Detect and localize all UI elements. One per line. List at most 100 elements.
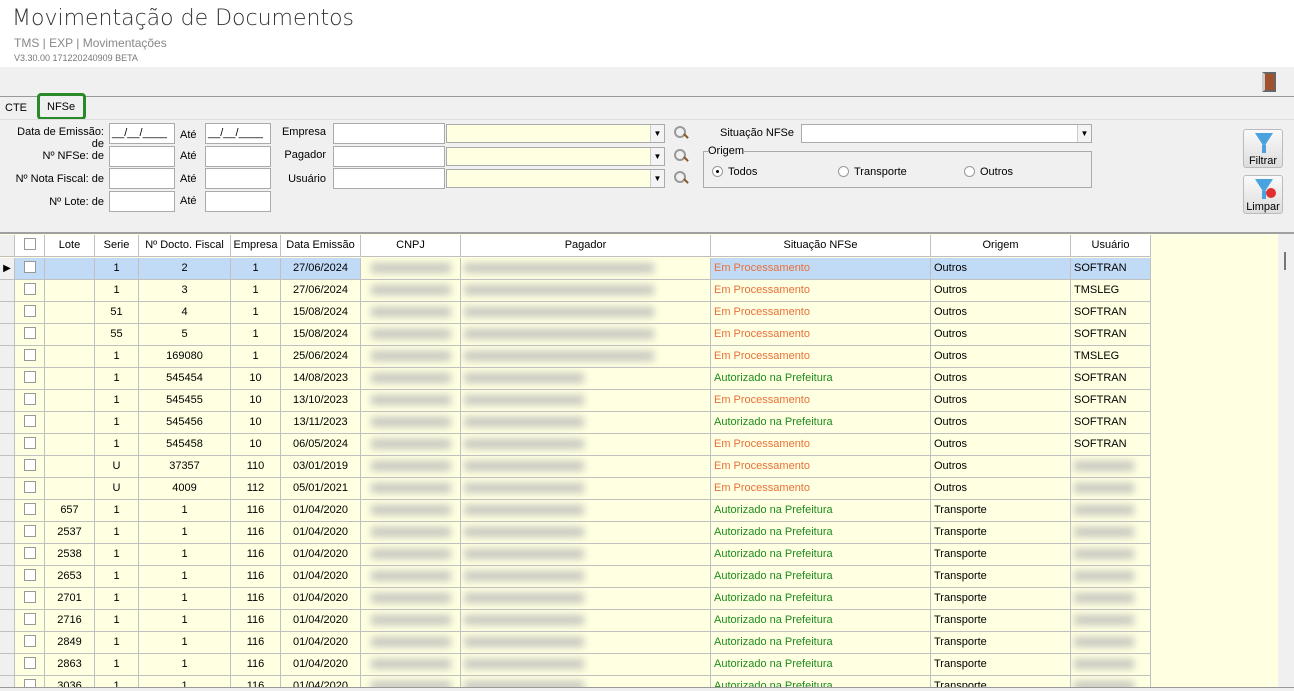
data-emissao-ate-input[interactable]: __/__/____	[205, 123, 271, 144]
usuario-select[interactable]: ▼	[446, 169, 665, 188]
checkbox[interactable]	[23, 481, 36, 493]
checkbox[interactable]	[23, 371, 36, 383]
checkbox[interactable]	[23, 503, 36, 515]
checkbox[interactable]	[23, 238, 36, 250]
scrollbar-thumb[interactable]	[1284, 252, 1286, 270]
empresa-code-input[interactable]	[333, 123, 445, 144]
column-header-cnpj[interactable]: CNPJ	[361, 235, 461, 257]
checkbox[interactable]	[23, 327, 36, 339]
lote-de-input[interactable]	[109, 191, 175, 212]
row-checkbox-cell[interactable]	[15, 478, 45, 500]
radio-outros[interactable]: Outros	[964, 166, 1013, 178]
situacao-select[interactable]: ▼	[801, 124, 1092, 143]
search-icon[interactable]	[673, 148, 689, 164]
table-row[interactable]: 657 1 1 116 01/04/2020 Autorizado na Prefeitu…	[0, 500, 1151, 522]
column-header-pagador[interactable]: Pagador	[461, 235, 711, 257]
checkbox[interactable]	[23, 569, 36, 581]
row-checkbox-cell[interactable]	[15, 280, 45, 302]
vertical-scrollbar[interactable]	[1278, 234, 1294, 691]
row-checkbox-cell[interactable]	[15, 632, 45, 654]
row-checkbox-cell[interactable]	[15, 390, 45, 412]
table-row[interactable]: 2653 1 1 116 01/04/2020 Autorizado na Prefeit…	[0, 566, 1151, 588]
row-checkbox-cell[interactable]	[15, 522, 45, 544]
header-select-all[interactable]	[15, 235, 45, 257]
table-row[interactable]: 51 4 1 15/08/2024 Em Processamento Outros SOFT…	[0, 302, 1151, 324]
column-header-lote[interactable]: Lote	[45, 235, 95, 257]
row-checkbox-cell[interactable]	[15, 456, 45, 478]
column-header-empresa[interactable]: Empresa	[231, 235, 281, 257]
nota-fiscal-ate-input[interactable]	[205, 168, 271, 189]
chevron-down-icon[interactable]: ▼	[650, 125, 664, 142]
table-row[interactable]: ▶ 1 2 1 27/06/2024 Em Processamento Outros SOFT…	[0, 258, 1151, 280]
table-row[interactable]: 2538 1 1 116 01/04/2020 Autorizado na Prefeit…	[0, 544, 1151, 566]
chevron-down-icon[interactable]: ▼	[1077, 125, 1091, 142]
column-header-data[interactable]: Data Emissão	[281, 235, 361, 257]
checkbox[interactable]	[23, 437, 36, 449]
table-row[interactable]: 2716 1 1 116 01/04/2020 Autorizado na Prefeit…	[0, 610, 1151, 632]
table-row[interactable]: 2701 1 1 116 01/04/2020 Autorizado na Prefeit…	[0, 588, 1151, 610]
row-checkbox-cell[interactable]	[15, 324, 45, 346]
exit-door-icon[interactable]	[1262, 72, 1276, 92]
table-row[interactable]: 2537 1 1 116 01/04/2020 Autorizado na Prefeit…	[0, 522, 1151, 544]
table-row[interactable]: 2863 1 1 116 01/04/2020 Autorizado na Prefeit…	[0, 654, 1151, 676]
nfse-ate-input[interactable]	[205, 146, 271, 167]
checkbox[interactable]	[23, 305, 36, 317]
radio-transporte[interactable]: Transporte	[838, 166, 907, 178]
row-checkbox-cell[interactable]	[15, 434, 45, 456]
row-checkbox-cell[interactable]	[15, 654, 45, 676]
tab-cte[interactable]: CTE	[5, 102, 27, 114]
nfse-de-input[interactable]	[109, 146, 175, 167]
table-row[interactable]: U 4009 112 05/01/2021 Em Processamento Outros	[0, 478, 1151, 500]
checkbox[interactable]	[23, 393, 36, 405]
row-checkbox-cell[interactable]	[15, 368, 45, 390]
row-checkbox-cell[interactable]	[15, 346, 45, 368]
column-header-doc[interactable]: Nº Docto. Fiscal	[139, 235, 231, 257]
table-row[interactable]: 1 545455 10 13/10/2023 Em Processamento Outro…	[0, 390, 1151, 412]
checkbox[interactable]	[23, 591, 36, 603]
pagador-code-input[interactable]	[333, 146, 445, 167]
checkbox[interactable]	[23, 613, 36, 625]
chevron-down-icon[interactable]: ▼	[650, 170, 664, 187]
search-icon[interactable]	[673, 170, 689, 186]
row-checkbox-cell[interactable]	[15, 588, 45, 610]
empresa-select[interactable]: ▼	[446, 124, 665, 143]
checkbox[interactable]	[23, 657, 36, 669]
usuario-code-input[interactable]	[333, 168, 445, 189]
checkbox[interactable]	[23, 283, 36, 295]
row-checkbox-cell[interactable]	[15, 500, 45, 522]
table-row[interactable]: 2849 1 1 116 01/04/2020 Autorizado na Prefeit…	[0, 632, 1151, 654]
tab-nfse[interactable]: NFSe	[37, 93, 86, 120]
column-header-serie[interactable]: Serie	[95, 235, 139, 257]
row-checkbox-cell[interactable]	[15, 566, 45, 588]
chevron-down-icon[interactable]: ▼	[650, 148, 664, 165]
column-header-usuario[interactable]: Usuário	[1071, 235, 1151, 257]
checkbox[interactable]	[23, 349, 36, 361]
checkbox[interactable]	[23, 459, 36, 471]
checkbox[interactable]	[23, 547, 36, 559]
nota-fiscal-de-input[interactable]	[109, 168, 175, 189]
table-row[interactable]: 55 5 1 15/08/2024 Em Processamento Outros SOFT…	[0, 324, 1151, 346]
table-row[interactable]: 1 545454 10 14/08/2023 Autorizado na Prefeit…	[0, 368, 1151, 390]
row-checkbox-cell[interactable]	[15, 610, 45, 632]
column-header-situacao[interactable]: Situação NFSe	[711, 235, 931, 257]
row-checkbox-cell[interactable]	[15, 302, 45, 324]
checkbox[interactable]	[23, 635, 36, 647]
lote-ate-input[interactable]	[205, 191, 271, 212]
pagador-select[interactable]: ▼	[446, 147, 665, 166]
table-row[interactable]: U 37357 110 03/01/2019 Em Processamento Outro…	[0, 456, 1151, 478]
radio-todos[interactable]: Todos	[712, 166, 757, 178]
checkbox[interactable]	[23, 525, 36, 537]
table-row[interactable]: 1 545458 10 06/05/2024 Em Processamento Outro…	[0, 434, 1151, 456]
filtrar-button[interactable]: Filtrar	[1243, 129, 1283, 168]
row-checkbox-cell[interactable]	[15, 258, 45, 280]
checkbox[interactable]	[23, 261, 36, 273]
row-checkbox-cell[interactable]	[15, 412, 45, 434]
table-row[interactable]: 1 3 1 27/06/2024 Em Processamento Outros TMSLE…	[0, 280, 1151, 302]
row-checkbox-cell[interactable]	[15, 544, 45, 566]
limpar-button[interactable]: Limpar	[1243, 175, 1283, 214]
table-row[interactable]: 1 545456 10 13/11/2023 Autorizado na Prefeit…	[0, 412, 1151, 434]
search-icon[interactable]	[673, 125, 689, 141]
table-row[interactable]: 1 169080 1 25/06/2024 Em Processamento Outros…	[0, 346, 1151, 368]
data-emissao-de-input[interactable]: __/__/____	[109, 123, 175, 144]
column-header-origem[interactable]: Origem	[931, 235, 1071, 257]
